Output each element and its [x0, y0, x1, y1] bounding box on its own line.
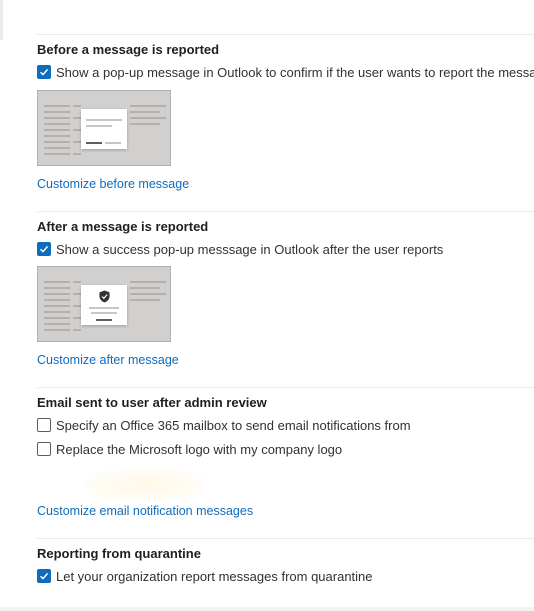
section-heading-admin-review-email: Email sent to user after admin review — [37, 395, 267, 410]
checkbox-row-quarantine-report[interactable]: Let your organization report messages fr… — [37, 568, 373, 584]
checkbox-company-logo[interactable] — [37, 442, 51, 456]
customize-after-message-link[interactable]: Customize after message — [37, 353, 179, 367]
section-heading-quarantine: Reporting from quarantine — [37, 546, 201, 561]
section-divider — [37, 211, 534, 212]
checkbox-label: Show a success pop-up messsage in Outloo… — [56, 241, 444, 257]
checkbox-label: Specify an Office 365 mailbox to send em… — [56, 417, 411, 433]
section-heading-after-report: After a message is reported — [37, 219, 209, 234]
checkmark-icon — [40, 572, 49, 580]
customize-email-notification-link[interactable]: Customize email notification messages — [37, 504, 253, 518]
checkbox-custom-mailbox[interactable] — [37, 418, 51, 432]
popup-card — [81, 109, 127, 149]
checkbox-row-before-popup[interactable]: Show a pop-up message in Outlook to conf… — [37, 64, 534, 80]
checkbox-quarantine-report[interactable] — [37, 569, 51, 583]
checkmark-icon — [40, 245, 49, 253]
before-popup-preview-image — [37, 90, 171, 166]
section-divider — [37, 34, 534, 35]
checkbox-before-popup[interactable] — [37, 65, 51, 79]
checkbox-label: Replace the Microsoft logo with my compa… — [56, 441, 343, 457]
checkmark-icon — [40, 68, 49, 76]
nav-rail-edge — [0, 0, 3, 40]
popup-card — [81, 285, 127, 325]
section-divider — [37, 538, 534, 539]
checkbox-row-after-popup[interactable]: Show a success pop-up messsage in Outloo… — [37, 241, 444, 257]
checkbox-after-popup[interactable] — [37, 242, 51, 256]
section-divider — [37, 387, 534, 388]
checkbox-row-company-logo[interactable]: Replace the Microsoft logo with my compa… — [37, 441, 343, 457]
checkbox-label: Let your organization report messages fr… — [56, 568, 373, 584]
footer-edge — [0, 607, 534, 611]
checkbox-row-custom-mailbox[interactable]: Specify an Office 365 mailbox to send em… — [37, 417, 411, 433]
section-heading-before-report: Before a message is reported — [37, 42, 220, 57]
background-artifact — [85, 470, 205, 500]
after-popup-preview-image — [37, 266, 171, 342]
customize-before-message-link[interactable]: Customize before message — [37, 177, 189, 191]
checkbox-label: Show a pop-up message in Outlook to conf… — [56, 64, 534, 80]
shield-check-icon — [99, 290, 110, 303]
